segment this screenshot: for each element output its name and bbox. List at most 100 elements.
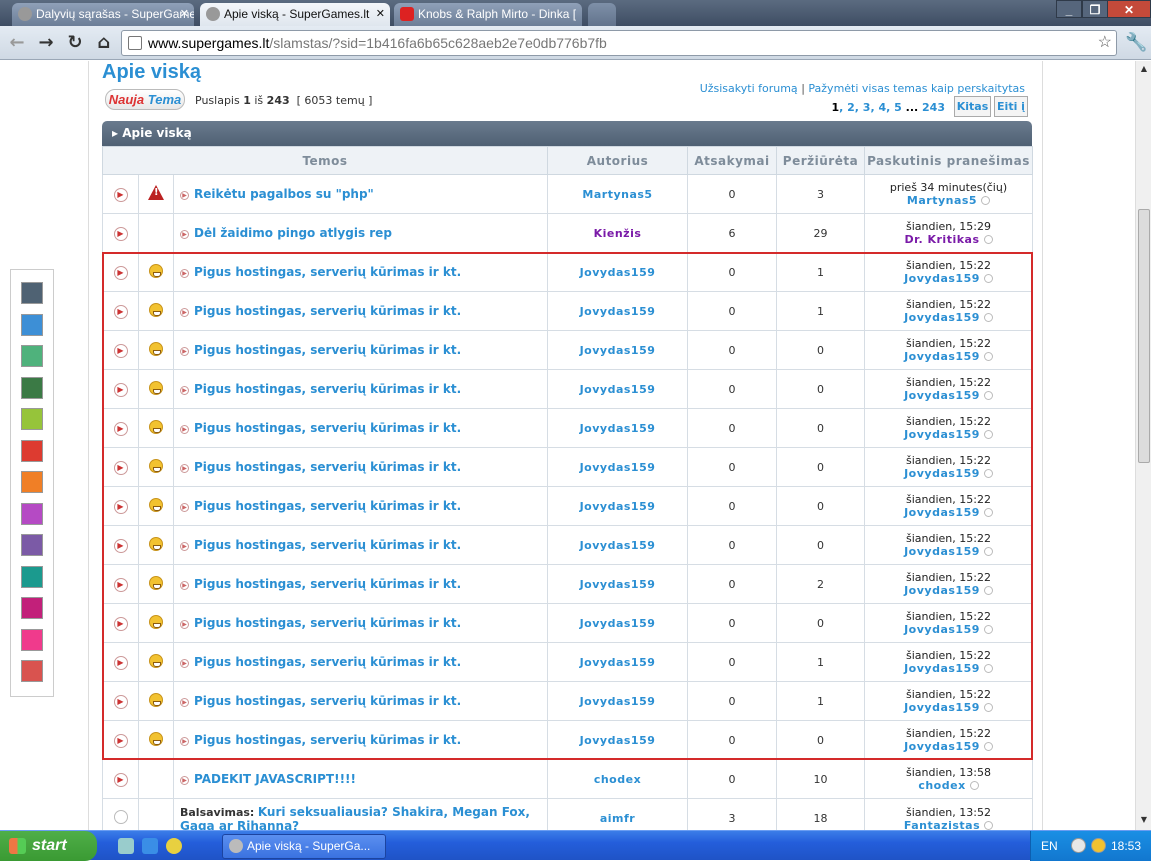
goto-first-unread-icon[interactable]: ▶ — [180, 503, 189, 512]
quicklaunch-explorer-icon[interactable] — [118, 838, 134, 854]
window-close-icon[interactable]: ✕ — [1107, 0, 1151, 18]
chrome-icon[interactable] — [166, 838, 182, 854]
goto-first-unread-icon[interactable]: ▶ — [180, 269, 189, 278]
last-post-user-link[interactable]: Dr. Kritikas — [904, 233, 979, 246]
reload-icon[interactable]: ↻ — [64, 32, 86, 54]
color-swatch[interactable] — [21, 660, 43, 682]
internet-explorer-icon[interactable] — [142, 838, 158, 854]
tab-dalyviu[interactable]: Dalyvių sąrašas - SuperGame ✕ — [12, 3, 194, 26]
close-tab-icon[interactable]: ✕ — [376, 3, 385, 25]
home-icon[interactable]: ⌂ — [93, 32, 115, 54]
author-link[interactable]: Jovydas159 — [580, 461, 656, 474]
view-latest-post-icon[interactable] — [983, 391, 993, 400]
view-latest-post-icon[interactable] — [984, 820, 994, 830]
color-swatch[interactable] — [21, 471, 43, 493]
author-link[interactable]: Jovydas159 — [580, 578, 656, 591]
author-link[interactable]: Martynas5 — [582, 188, 652, 201]
back-icon[interactable]: ← — [6, 32, 28, 54]
topic-title-link[interactable]: PADEKIT JAVASCRIPT!!!! — [194, 772, 356, 786]
goto-first-unread-icon[interactable]: ▶ — [180, 776, 189, 785]
vertical-scrollbar[interactable]: ▲ ▼ — [1135, 61, 1151, 830]
goto-first-unread-icon[interactable]: ▶ — [180, 698, 189, 707]
language-indicator[interactable]: EN — [1041, 839, 1058, 853]
goto-first-unread-icon[interactable]: ▶ — [180, 464, 189, 473]
tab-youtube[interactable]: Knobs & Ralph Mirto - Dinka [ — [394, 3, 582, 26]
topic-title-link[interactable]: Pigus hostingas, serverių kūrimas ir kt. — [194, 655, 461, 669]
unsubscribe-link[interactable]: Užsisakyti forumą — [700, 82, 798, 95]
tray-collapse-icon[interactable] — [1071, 838, 1086, 853]
last-post-user-link[interactable]: Jovydas159 — [904, 428, 980, 441]
author-link[interactable]: Jovydas159 — [580, 344, 656, 357]
color-swatch[interactable] — [21, 534, 43, 556]
topic-title-link[interactable]: Pigus hostingas, serverių kūrimas ir kt. — [194, 499, 461, 513]
topic-title-link[interactable]: Pigus hostingas, serverių kūrimas ir kt. — [194, 577, 461, 591]
topic-title-link[interactable]: Pigus hostingas, serverių kūrimas ir kt. — [194, 343, 461, 357]
topic-title-link[interactable]: Pigus hostingas, serverių kūrimas ir kt. — [194, 421, 461, 435]
view-latest-post-icon[interactable] — [983, 508, 993, 517]
last-post-user-link[interactable]: chodex — [918, 779, 965, 792]
last-post-user-link[interactable]: Fantazistas — [904, 819, 980, 831]
color-swatch[interactable] — [21, 345, 43, 367]
view-latest-post-icon[interactable] — [969, 781, 979, 790]
page-link-4[interactable]: 4 — [878, 101, 886, 114]
goto-first-unread-icon[interactable]: ▶ — [180, 425, 189, 434]
goto-first-unread-icon[interactable]: ▶ — [180, 620, 189, 629]
view-latest-post-icon[interactable] — [983, 664, 993, 673]
view-latest-post-icon[interactable] — [983, 625, 993, 634]
page-link-last[interactable]: 243 — [922, 101, 945, 114]
topic-title-link[interactable]: Pigus hostingas, serverių kūrimas ir kt. — [194, 265, 461, 279]
topic-title-link[interactable]: Pigus hostingas, serverių kūrimas ir kt. — [194, 538, 461, 552]
page-link-3[interactable]: 3 — [863, 101, 871, 114]
author-link[interactable]: Jovydas159 — [580, 617, 656, 630]
topic-title-link[interactable]: Pigus hostingas, serverių kūrimas ir kt. — [194, 694, 461, 708]
view-latest-post-icon[interactable] — [983, 547, 993, 556]
last-post-user-link[interactable]: Jovydas159 — [904, 272, 980, 285]
view-latest-post-icon[interactable] — [983, 586, 993, 595]
author-link[interactable]: aimfr — [600, 812, 635, 825]
close-tab-icon[interactable]: ✕ — [180, 3, 189, 25]
color-swatch[interactable] — [21, 597, 43, 619]
view-latest-post-icon[interactable] — [983, 313, 993, 322]
topic-title-link[interactable]: Reikėtu pagalbos su "php" — [194, 187, 374, 201]
view-latest-post-icon[interactable] — [983, 352, 993, 361]
color-swatch[interactable] — [21, 502, 43, 525]
last-post-user-link[interactable]: Martynas5 — [907, 194, 977, 207]
goto-first-unread-icon[interactable]: ▶ — [180, 542, 189, 551]
topic-title-link[interactable]: Pigus hostingas, serverių kūrimas ir kt. — [194, 382, 461, 396]
goto-first-unread-icon[interactable]: ▶ — [180, 386, 189, 395]
next-page-button[interactable]: Kitas — [954, 96, 991, 117]
scroll-up-icon[interactable]: ▲ — [1138, 64, 1150, 76]
topic-title-link[interactable]: Pigus hostingas, serverių kūrimas ir kt. — [194, 616, 461, 630]
view-latest-post-icon[interactable] — [983, 274, 993, 283]
view-latest-post-icon[interactable] — [981, 196, 991, 205]
page-link-5[interactable]: 5 — [894, 101, 902, 114]
last-post-user-link[interactable]: Jovydas159 — [904, 740, 980, 753]
view-latest-post-icon[interactable] — [983, 430, 993, 439]
topic-title-link[interactable]: Dėl žaidimo pingo atlygis rep — [194, 226, 392, 240]
author-link[interactable]: chodex — [594, 773, 641, 786]
color-swatch[interactable] — [21, 628, 43, 651]
last-post-user-link[interactable]: Jovydas159 — [904, 389, 980, 402]
last-post-user-link[interactable]: Jovydas159 — [904, 350, 980, 363]
tab-apie-viska[interactable]: Apie viską - SuperGames.lt ✕ — [200, 3, 390, 26]
color-swatch[interactable] — [21, 376, 43, 399]
topic-title-link[interactable]: Pigus hostingas, serverių kūrimas ir kt. — [194, 460, 461, 474]
scroll-thumb[interactable] — [1138, 209, 1150, 463]
author-link[interactable]: Jovydas159 — [580, 656, 656, 669]
taskbar-item-chrome[interactable]: Apie viską - SuperGa... — [222, 834, 386, 859]
tray-update-icon[interactable] — [1091, 838, 1106, 853]
color-swatch[interactable] — [21, 282, 43, 304]
maximize-icon[interactable]: ❐ — [1082, 0, 1108, 18]
goto-first-unread-icon[interactable]: ▶ — [180, 581, 189, 590]
goto-first-unread-icon[interactable]: ▶ — [180, 737, 189, 746]
last-post-user-link[interactable]: Jovydas159 — [904, 545, 980, 558]
author-link[interactable]: Jovydas159 — [580, 266, 656, 279]
minimize-icon[interactable]: _ — [1056, 0, 1082, 18]
last-post-user-link[interactable]: Jovydas159 — [904, 311, 980, 324]
view-latest-post-icon[interactable] — [983, 469, 993, 478]
goto-first-unread-icon[interactable]: ▶ — [180, 230, 189, 239]
goto-first-unread-icon[interactable]: ▶ — [180, 191, 189, 200]
author-link[interactable]: Jovydas159 — [580, 500, 656, 513]
author-link[interactable]: Kienžis — [594, 227, 642, 240]
go-to-page-button[interactable]: Eiti į — [994, 96, 1028, 117]
